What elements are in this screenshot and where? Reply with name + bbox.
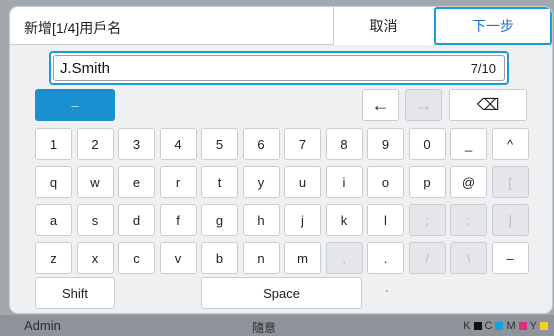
key-row3-3[interactable]: f bbox=[159, 204, 197, 236]
dialog-title: 新增[1/4]用戶名 bbox=[24, 20, 122, 36]
key-row1-4[interactable]: 5 bbox=[201, 128, 238, 160]
key-row3-11[interactable]: ] bbox=[491, 204, 529, 236]
key-row4-7[interactable]: , bbox=[325, 242, 363, 274]
backspace-key[interactable]: ⌫ bbox=[449, 89, 527, 121]
key-row2-5[interactable]: y bbox=[242, 166, 280, 198]
key-row3-1[interactable]: s bbox=[76, 204, 114, 236]
next-button[interactable]: 下一步 bbox=[434, 7, 552, 45]
key-row2-11[interactable]: [ bbox=[491, 166, 529, 198]
arrow-left-icon: ← bbox=[371, 94, 390, 115]
key-row2-9[interactable]: p bbox=[408, 166, 446, 198]
extra-dot: · bbox=[385, 283, 389, 297]
toner-y-swatch bbox=[540, 322, 548, 330]
background-center-text: 隨意 bbox=[252, 321, 277, 335]
toner-y-label: Y bbox=[529, 320, 537, 332]
key-row4-4[interactable]: b bbox=[201, 242, 238, 274]
key-row2-7[interactable]: i bbox=[325, 166, 363, 198]
key-row1-0[interactable]: 1 bbox=[35, 128, 72, 160]
key-row4-9[interactable]: / bbox=[408, 242, 446, 274]
arrow-right-icon: → bbox=[414, 94, 433, 115]
key-row1-5[interactable]: 6 bbox=[242, 128, 280, 160]
key-row4-6[interactable]: m bbox=[284, 242, 321, 274]
toner-c-swatch bbox=[495, 322, 504, 330]
username-input-dialog: 新增[1/4]用戶名 取消 下一步 J.Smith 7/10 – ← → ⌫ 1… bbox=[10, 7, 552, 313]
dialog-header: 新增[1/4]用戶名 取消 下一步 bbox=[10, 7, 552, 45]
key-row1-9[interactable]: 0 bbox=[408, 128, 446, 160]
key-row3-5[interactable]: h bbox=[242, 204, 280, 236]
key-row1-7[interactable]: 8 bbox=[325, 128, 363, 160]
key-row4-2[interactable]: c bbox=[118, 242, 155, 274]
key-row2-2[interactable]: e bbox=[118, 166, 155, 198]
toner-legend: K C M Y bbox=[463, 320, 548, 332]
key-row2-6[interactable]: u bbox=[284, 166, 321, 198]
key-row1-8[interactable]: 9 bbox=[367, 128, 404, 160]
background-status-bar: Admin 隨意 K C M Y bbox=[0, 315, 554, 336]
background-user-label: Admin bbox=[24, 318, 61, 333]
toner-m-label: M bbox=[506, 320, 516, 332]
cursor-left-key[interactable]: ← bbox=[362, 89, 399, 121]
key-row3-0[interactable]: a bbox=[35, 204, 72, 236]
key-row4-10[interactable]: \ bbox=[450, 242, 487, 274]
key-row3-10[interactable]: : bbox=[450, 204, 487, 236]
cursor-right-key[interactable]: → bbox=[405, 89, 442, 121]
username-value: J.Smith bbox=[60, 59, 111, 77]
key-row4-1[interactable]: x bbox=[76, 242, 114, 274]
key-row3-6[interactable]: j bbox=[284, 204, 321, 236]
toner-c-label: C bbox=[484, 320, 493, 332]
cancel-button[interactable]: 取消 bbox=[333, 7, 433, 45]
key-row4-5[interactable]: n bbox=[242, 242, 280, 274]
backspace-icon: ⌫ bbox=[476, 97, 500, 114]
key-row2-3[interactable]: r bbox=[159, 166, 197, 198]
toner-m-swatch bbox=[518, 322, 527, 330]
key-row3-8[interactable]: l bbox=[367, 204, 404, 236]
key-row1-11[interactable]: ^ bbox=[491, 128, 529, 160]
key-row1-1[interactable]: 2 bbox=[76, 128, 114, 160]
key-row4-3[interactable]: v bbox=[159, 242, 197, 274]
key-row1-3[interactable]: 4 bbox=[159, 128, 197, 160]
space-key[interactable]: Space bbox=[201, 277, 362, 309]
key-row2-4[interactable]: t bbox=[201, 166, 238, 198]
toner-k-label: K bbox=[463, 320, 471, 332]
key-row1-2[interactable]: 3 bbox=[118, 128, 155, 160]
key-row3-7[interactable]: k bbox=[325, 204, 363, 236]
key-row4-8[interactable]: . bbox=[367, 242, 404, 274]
toner-k-swatch bbox=[473, 322, 482, 330]
key-row4-11[interactable]: – bbox=[491, 242, 529, 274]
input-mode-key[interactable]: – bbox=[35, 89, 115, 121]
key-row2-10[interactable]: @ bbox=[450, 166, 487, 198]
key-row4-0[interactable]: z bbox=[35, 242, 72, 274]
key-row2-8[interactable]: o bbox=[367, 166, 404, 198]
username-field-inner: J.Smith 7/10 bbox=[53, 55, 505, 81]
shift-key[interactable]: Shift bbox=[35, 277, 115, 309]
key-row1-10[interactable]: _ bbox=[450, 128, 487, 160]
character-counter: 7/10 bbox=[470, 60, 496, 76]
key-row2-0[interactable]: q bbox=[35, 166, 72, 198]
key-row2-1[interactable]: w bbox=[76, 166, 114, 198]
key-row1-6[interactable]: 7 bbox=[284, 128, 321, 160]
key-row3-9[interactable]: ; bbox=[408, 204, 446, 236]
username-field[interactable]: J.Smith 7/10 bbox=[49, 51, 509, 85]
key-row3-2[interactable]: d bbox=[118, 204, 155, 236]
key-row3-4[interactable]: g bbox=[201, 204, 238, 236]
